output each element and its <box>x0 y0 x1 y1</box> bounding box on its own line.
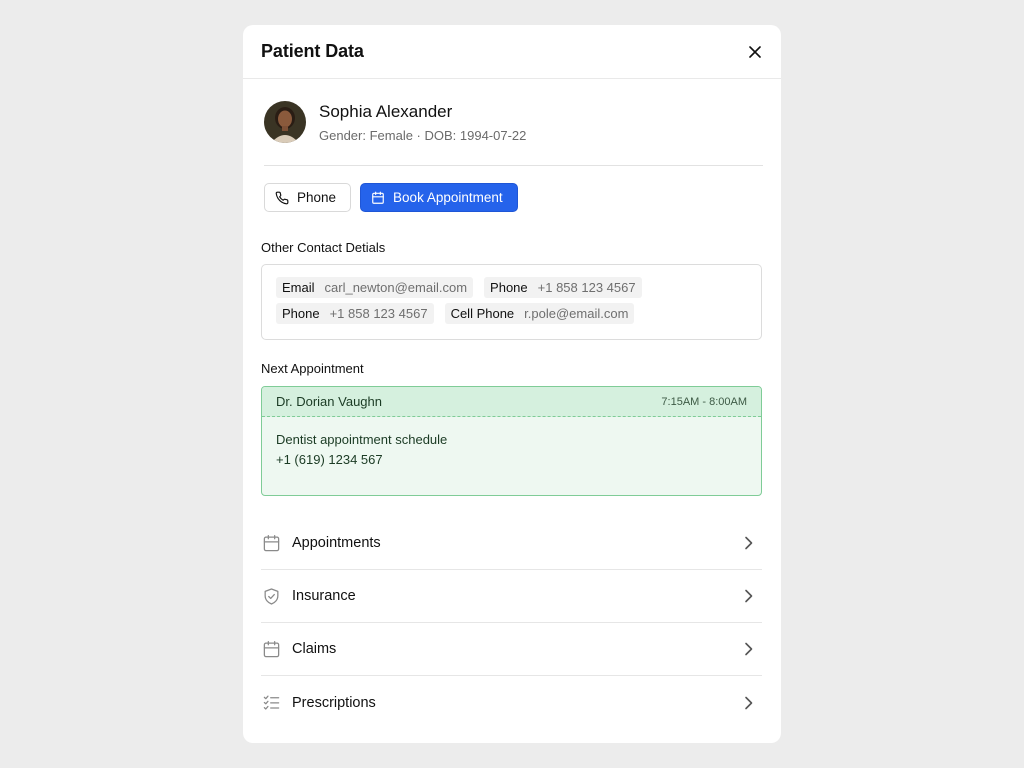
contact-key: Cell Phone <box>450 306 515 321</box>
phone-icon <box>275 191 289 204</box>
contact-value: r.pole@email.com <box>524 306 629 321</box>
contact-row: Phone +1 858 123 4567 Cell Phone r.pole@… <box>276 303 747 324</box>
appointment-time: 7:15AM - 8:00AM <box>661 395 747 408</box>
close-icon <box>749 45 761 58</box>
contact-details: Email carl_newton@email.com Phone +1 858… <box>261 264 762 340</box>
panel-title: Patient Data <box>261 41 364 61</box>
chevron-right-icon <box>740 695 756 711</box>
book-appointment-button[interactable]: Book Appointment <box>360 183 518 212</box>
panel-header: Patient Data <box>243 25 781 79</box>
contact-value: +1 858 123 4567 <box>329 306 428 321</box>
chevron-right-icon <box>740 588 756 604</box>
nav-item-insurance[interactable]: Insurance <box>261 570 762 623</box>
shield-check-icon <box>261 586 281 606</box>
calendar-icon <box>261 639 281 659</box>
contact-key: Phone <box>282 306 320 321</box>
next-appointment-label: Next Appointment <box>261 361 364 376</box>
contact-key: Email <box>282 280 315 295</box>
appointment-doctor: Dr. Dorian Vaughn <box>276 394 382 409</box>
nav-item-label: Insurance <box>292 588 356 604</box>
phone-button[interactable]: Phone <box>264 183 352 212</box>
patient-profile: Sophia Alexander Gender: Female · DOB: 1… <box>264 101 763 166</box>
nav-item-appointments[interactable]: Appointments <box>261 517 762 570</box>
patient-nav-list: Appointments Insurance Claims Prescripti… <box>261 517 762 729</box>
nav-item-claims[interactable]: Claims <box>261 623 762 676</box>
chevron-right-icon <box>740 641 756 657</box>
appointment-header: Dr. Dorian Vaughn 7:15AM - 8:00AM <box>262 387 761 417</box>
checklist-icon <box>261 693 281 713</box>
contact-row: Email carl_newton@email.com Phone +1 858… <box>276 277 747 298</box>
contact-chip[interactable]: Phone +1 858 123 4567 <box>484 277 642 298</box>
nav-item-label: Appointments <box>292 535 381 551</box>
nav-item-label: Claims <box>292 641 337 657</box>
nav-item-prescriptions[interactable]: Prescriptions <box>261 676 762 729</box>
phone-button-label: Phone <box>297 190 337 205</box>
contact-value: +1 858 123 4567 <box>537 280 636 295</box>
patient-name: Sophia Alexander <box>319 101 453 121</box>
contact-chip[interactable]: Phone +1 858 123 4567 <box>276 303 434 324</box>
contact-section-label: Other Contact Detials <box>261 240 386 255</box>
book-appointment-label: Book Appointment <box>393 190 503 205</box>
appointment-description: Dentist appointment schedule <box>276 432 448 447</box>
chevron-right-icon <box>740 535 756 551</box>
appointment-phone: +1 (619) 1234 567 <box>276 452 383 467</box>
contact-chip[interactable]: Email carl_newton@email.com <box>276 277 474 298</box>
patient-data-panel: Patient Data Sophia Alexander Gender: Fe… <box>243 25 781 743</box>
calendar-icon <box>261 533 281 553</box>
action-buttons: Phone Book Appointment <box>264 183 781 212</box>
nav-item-label: Prescriptions <box>292 694 376 711</box>
calendar-icon <box>372 191 384 204</box>
contact-value: carl_newton@email.com <box>324 280 468 295</box>
appointment-body: Dentist appointment schedule +1 (619) 12… <box>262 417 761 483</box>
patient-meta: Gender: Female · DOB: 1994-07-22 <box>319 127 527 143</box>
next-appointment-card[interactable]: Dr. Dorian Vaughn 7:15AM - 8:00AM Dentis… <box>261 386 762 496</box>
contact-chip[interactable]: Cell Phone r.pole@email.com <box>444 303 635 324</box>
close-button[interactable] <box>743 40 767 64</box>
avatar <box>264 101 306 143</box>
contact-key: Phone <box>490 280 528 295</box>
